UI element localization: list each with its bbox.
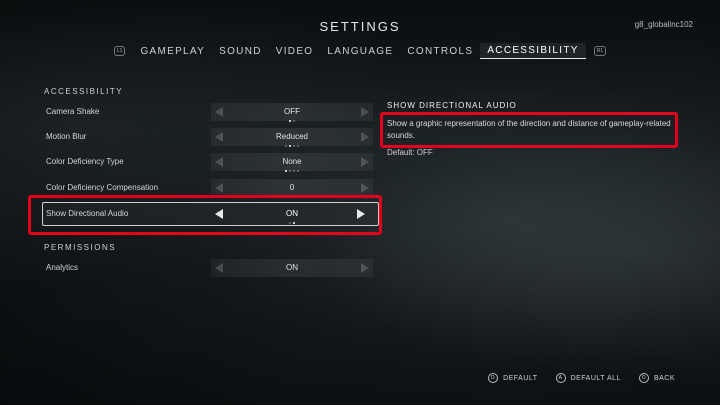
option-dot — [289, 120, 291, 122]
setting-value: None — [282, 157, 302, 166]
tab-language[interactable]: LANGUAGE — [320, 44, 400, 59]
setting-selector[interactable]: ON — [211, 259, 373, 277]
tab-gameplay[interactable]: GAMEPLAY — [133, 44, 212, 59]
detail-default-value: Default: OFF — [387, 148, 433, 157]
footer-hints: D DEFAULT A DEFAULT ALL O BACK — [488, 373, 675, 383]
setting-label: Analytics — [46, 263, 79, 272]
section-accessibility: ACCESSIBILITY — [44, 87, 124, 96]
setting-selector[interactable]: None — [211, 153, 373, 172]
option-dot — [289, 170, 291, 172]
detail-title: SHOW DIRECTIONAL AUDIO — [387, 101, 517, 110]
option-dot — [289, 145, 291, 147]
arrow-right-icon[interactable] — [361, 263, 369, 273]
setting-value: OFF — [284, 107, 300, 116]
arrow-right-icon[interactable] — [361, 183, 369, 193]
highlight-box-description — [380, 112, 678, 148]
username: g8_globalinc102 — [634, 20, 693, 29]
triangle-button-icon: A — [555, 373, 566, 383]
circle-button-icon: O — [638, 373, 649, 383]
setting-label: Motion Blur — [46, 132, 87, 141]
option-dot — [293, 170, 295, 172]
setting-selector[interactable]: OFF — [211, 103, 373, 122]
back-label: BACK — [653, 374, 675, 382]
page-title: SETTINGS — [319, 19, 401, 34]
left-bumper-icon[interactable]: L1 — [113, 46, 126, 56]
tab-video[interactable]: VIDEO — [269, 44, 321, 59]
right-bumper-icon[interactable]: R1 — [593, 46, 607, 56]
option-dot — [297, 145, 299, 147]
arrow-right-icon[interactable] — [361, 157, 369, 167]
section-permissions: PERMISSIONS — [44, 243, 117, 252]
setting-selector[interactable]: Reduced — [211, 128, 373, 147]
setting-label: Color Deficiency Type — [46, 157, 124, 166]
tab-controls[interactable]: CONTROLS — [400, 44, 480, 59]
setting-value: Reduced — [275, 132, 309, 141]
option-dot — [293, 120, 295, 122]
arrow-right-icon[interactable] — [361, 107, 369, 117]
back-button[interactable]: O BACK — [638, 373, 675, 383]
option-dots — [211, 167, 373, 172]
option-dots — [211, 142, 373, 147]
setting-row-color-deficiency-type[interactable]: Color Deficiency Type None — [44, 151, 374, 173]
setting-row-camera-shake[interactable]: Camera Shake OFF — [44, 101, 374, 123]
setting-row-analytics[interactable]: Analytics ON — [44, 257, 374, 279]
highlight-box-selected-setting — [28, 195, 382, 235]
option-dots — [211, 117, 373, 122]
arrow-right-icon[interactable] — [361, 132, 369, 142]
tab-bar: L1 GAMEPLAY SOUND VIDEO LANGUAGE CONTROL… — [0, 42, 720, 60]
setting-value: 0 — [289, 183, 295, 192]
tab-accessibility[interactable]: ACCESSIBILITY — [480, 43, 586, 59]
option-dot — [293, 145, 295, 147]
setting-row-motion-blur[interactable]: Motion Blur Reduced — [44, 126, 374, 148]
default-all-label: DEFAULT ALL — [570, 374, 621, 382]
default-label: DEFAULT — [503, 374, 538, 382]
tab-sound[interactable]: SOUND — [212, 44, 269, 59]
square-button-icon: D — [488, 373, 499, 383]
setting-label: Camera Shake — [46, 107, 100, 116]
setting-value: ON — [286, 263, 298, 272]
option-dot — [297, 170, 299, 172]
option-dot — [285, 170, 287, 172]
default-button[interactable]: D DEFAULT — [488, 373, 538, 383]
default-all-button[interactable]: A DEFAULT ALL — [555, 373, 621, 383]
setting-label: Color Deficiency Compensation — [46, 183, 159, 192]
option-dot — [285, 145, 287, 147]
